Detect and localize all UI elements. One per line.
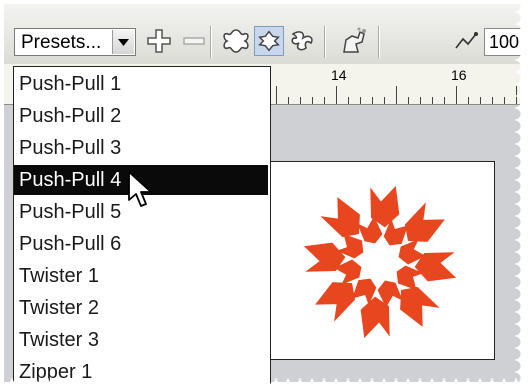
- presets-menu: Push-Pull 1 Push-Pull 2 Push-Pull 3 Push…: [13, 66, 271, 388]
- ruler-tick: [348, 97, 349, 104]
- remove-node-button[interactable]: [179, 26, 209, 56]
- flower-shape-icon: [223, 29, 249, 53]
- node-curve-icon: [455, 32, 478, 49]
- torn-edge-right: [515, 0, 529, 388]
- ruler-tick: [432, 97, 433, 104]
- twist-shape-icon: [291, 31, 313, 51]
- ruler-tick: [300, 97, 301, 104]
- menu-item-push-pull-1[interactable]: Push-Pull 1: [14, 69, 268, 99]
- artwork-frame: [266, 161, 495, 360]
- menu-item-push-pull-3[interactable]: Push-Pull 3: [14, 133, 268, 163]
- ruler-tick: [312, 97, 313, 104]
- menu-item-twister-3[interactable]: Twister 3: [14, 325, 268, 355]
- add-node-button[interactable]: [144, 26, 174, 56]
- ruler-label: 16: [451, 67, 467, 83]
- ruler-tick: [480, 97, 481, 104]
- outer-petal: [404, 202, 445, 242]
- toolbar-separator: [324, 26, 325, 58]
- ruler-tick: [456, 86, 457, 104]
- presets-dropdown[interactable]: Presets...: [14, 28, 136, 56]
- ruler-tick: [372, 97, 373, 104]
- torn-edge-bottom: [0, 378, 529, 388]
- menu-item-push-pull-6[interactable]: Push-Pull 6: [14, 229, 268, 259]
- distorted-flower-shape[interactable]: [267, 162, 494, 359]
- ruler-tick: [492, 97, 493, 104]
- twister-tool-button[interactable]: [287, 26, 317, 56]
- pinwheel-shape-icon: [258, 30, 280, 52]
- push-pull-tool-button[interactable]: [221, 26, 251, 56]
- dropdown-arrow-icon: [118, 39, 129, 46]
- ruler-tick: [336, 86, 337, 104]
- ruler-tick: [324, 97, 325, 104]
- add-node-icon: [147, 29, 171, 53]
- puppet-icon: [343, 27, 366, 53]
- outer-petal: [400, 286, 440, 327]
- ruler-tick: [288, 97, 289, 104]
- menu-item-push-pull-2[interactable]: Push-Pull 2: [14, 101, 268, 131]
- ruler-tick: [468, 97, 469, 104]
- zipper-tool-button[interactable]: [254, 26, 284, 56]
- presets-label: Presets...: [21, 32, 102, 53]
- ruler-tick: [276, 86, 277, 104]
- presets-dropdown-button[interactable]: [112, 30, 134, 54]
- remove-node-icon: [183, 37, 205, 45]
- ruler-tick: [360, 97, 361, 104]
- toolbar: Presets... 100: [4, 4, 523, 65]
- menu-item-twister-1[interactable]: Twister 1: [14, 261, 268, 291]
- outer-petal: [315, 282, 356, 322]
- menu-item-twister-2[interactable]: Twister 2: [14, 293, 268, 323]
- mouse-cursor-icon: [128, 171, 152, 207]
- ruler-tick: [444, 97, 445, 104]
- ruler-tick: [384, 97, 385, 104]
- ruler-label: 14: [331, 67, 347, 83]
- ruler-tick: [396, 86, 397, 104]
- toolbar-separator: [210, 26, 211, 58]
- toolbar-separator: [378, 26, 379, 58]
- ruler-tick: [504, 97, 505, 104]
- node-curve-button[interactable]: [452, 26, 482, 56]
- ruler-tick: [408, 97, 409, 104]
- ruler-tick: [420, 97, 421, 104]
- outer-petal: [320, 197, 360, 238]
- distort-tool-button[interactable]: [336, 26, 370, 56]
